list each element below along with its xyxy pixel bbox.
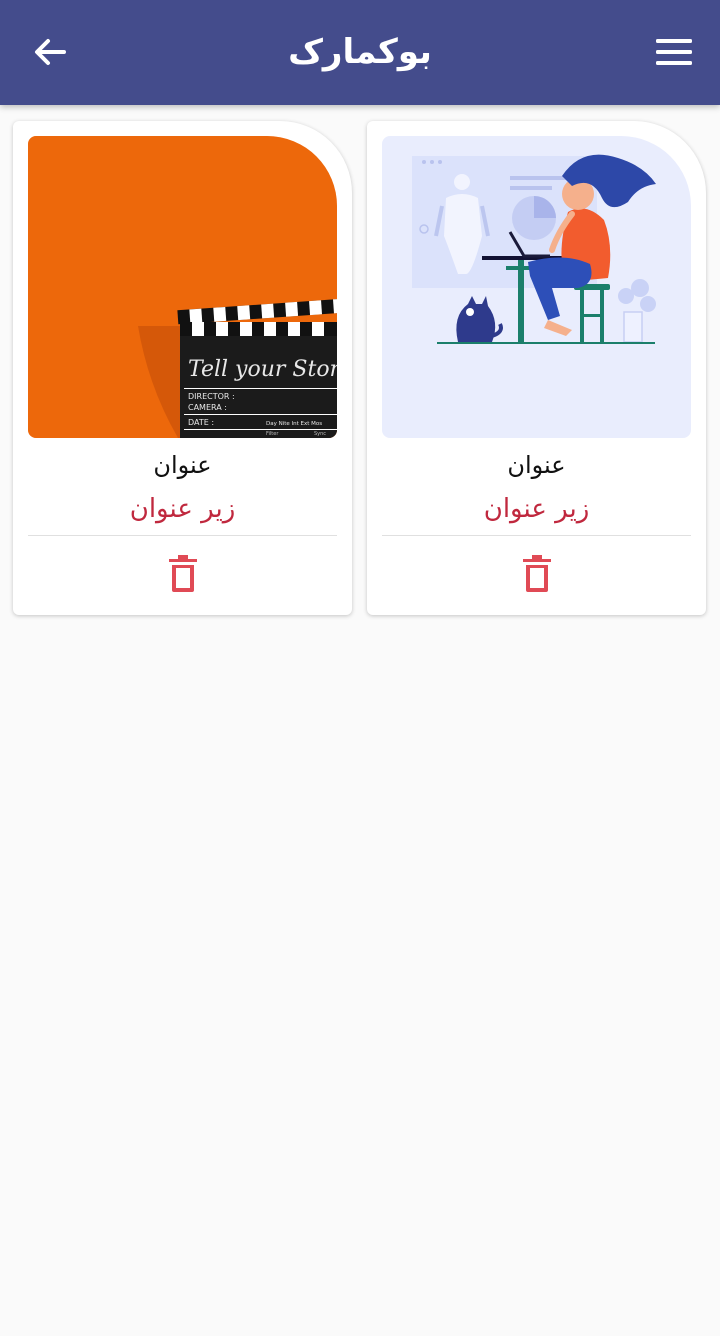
trash-icon — [169, 555, 197, 592]
illustration-woman-laptop-cat — [382, 136, 691, 438]
bookmark-image[interactable]: Tell your Story DIRECTOR : CAMERA : DATE… — [28, 136, 337, 438]
delete-bookmark-button[interactable] — [158, 549, 208, 599]
card-divider — [382, 535, 691, 536]
bookmark-card[interactable]: عنوان زیر عنوان — [367, 121, 706, 615]
delete-bookmark-button[interactable] — [512, 549, 562, 599]
svg-text:Day Nite Int Ext Mos: Day Nite Int Ext Mos — [266, 421, 322, 427]
bookmark-image[interactable] — [382, 136, 691, 438]
svg-text:DATE :: DATE : — [188, 418, 214, 427]
menu-button[interactable] — [646, 24, 702, 80]
card-divider — [28, 535, 337, 536]
svg-text:Sync: Sync — [314, 431, 326, 437]
page-title: بوکمارک — [288, 32, 432, 72]
bookmark-subtitle: زیر عنوان — [129, 494, 236, 524]
clapper-text: Tell your Story — [188, 357, 337, 382]
bookmark-card[interactable]: Tell your Story DIRECTOR : CAMERA : DATE… — [13, 121, 352, 615]
app-bar: بوکمارک — [0, 0, 720, 105]
photo-clapperboard-orange: Tell your Story DIRECTOR : CAMERA : DATE… — [28, 136, 337, 438]
svg-text:CAMERA :: CAMERA : — [188, 403, 227, 412]
bookmark-title: عنوان — [153, 451, 212, 479]
hamburger-menu-icon — [656, 39, 692, 65]
bookmark-title: عنوان — [507, 451, 566, 479]
svg-text:DIRECTOR :: DIRECTOR : — [188, 392, 235, 401]
svg-text:Filter: Filter — [266, 431, 279, 437]
trash-icon — [523, 555, 551, 592]
bookmark-subtitle: زیر عنوان — [483, 494, 590, 524]
